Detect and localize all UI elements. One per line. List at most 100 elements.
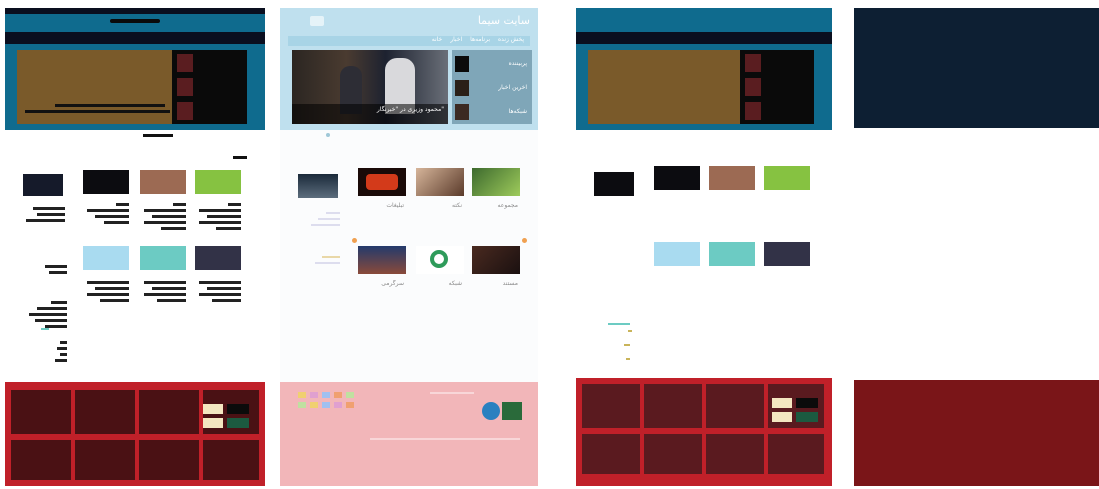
side-item[interactable]: پربیننده	[475, 60, 527, 67]
sidebar-mark-1	[628, 330, 632, 332]
slider-thumb-1	[745, 54, 761, 72]
tile-brown	[709, 166, 755, 190]
nav-bar: خانه اخبار برنامه‌ها پخش زنده	[288, 36, 530, 46]
thumb-caption: سرگرمی	[381, 280, 404, 287]
footer-mini-dark	[227, 404, 249, 414]
footer-box-1	[582, 384, 640, 428]
tile-black	[83, 170, 129, 194]
footer-box-3	[706, 384, 764, 428]
footer-ad-green	[502, 402, 522, 420]
slider-caption-2	[25, 110, 170, 113]
sidebar-text-lines-2	[31, 262, 67, 277]
green-logo-icon	[430, 250, 448, 268]
footer-box-5	[11, 440, 71, 480]
news-thumb-people[interactable]	[472, 246, 520, 274]
footer-box-6	[75, 440, 135, 480]
thumb-caption: مستند	[502, 280, 518, 287]
nav-bar	[5, 32, 265, 44]
orange-dot	[352, 238, 357, 243]
thumb-caption: مجموعه	[497, 202, 518, 209]
news-thumb-red[interactable]	[358, 168, 406, 196]
tile-text-6	[199, 278, 241, 305]
side-thumb-3[interactable]	[455, 104, 469, 120]
sidebar-mark-2	[624, 344, 630, 346]
footer-mini-green	[796, 412, 818, 422]
thumb-caption: شبکه	[448, 280, 462, 287]
top-region	[854, 8, 1099, 128]
footer-box-3	[139, 390, 199, 434]
header-icon	[310, 16, 324, 26]
orange-dot-right	[522, 238, 527, 243]
section-title-line	[233, 156, 247, 159]
site-title: سایت سیما	[477, 14, 530, 27]
site-logo-area: سایت سیما	[440, 14, 530, 34]
sidebar-text-lines-4	[43, 338, 67, 365]
side-item[interactable]: آخرین اخبار	[475, 84, 527, 91]
side-thumb-1[interactable]	[455, 56, 469, 72]
footer-mini-cream-2	[772, 412, 792, 422]
logo-placeholder	[110, 19, 160, 23]
footer-ad-globe	[482, 402, 500, 420]
sidebar-accent	[608, 323, 630, 325]
sidebar-mark-3	[626, 358, 630, 360]
nav-bar	[576, 32, 832, 44]
tile-lightblue	[83, 246, 129, 270]
slider-thumb-2	[745, 78, 761, 96]
news-thumb-city[interactable]	[358, 246, 406, 274]
bottom-region	[854, 380, 1099, 486]
footer-box-2	[644, 384, 702, 428]
footer-box-5	[582, 434, 640, 474]
sidebar-text-lines	[19, 204, 65, 225]
wireframe-panel-with-text	[5, 8, 265, 486]
nav-item[interactable]: پخش زنده	[498, 36, 524, 46]
footer-mini-cream-1	[772, 398, 792, 408]
news-thumb-tablet[interactable]	[472, 168, 520, 196]
color-regions-panel	[854, 8, 1099, 486]
footer-box-8	[768, 434, 824, 474]
slider-thumb-2	[177, 78, 193, 96]
tile-brown	[140, 170, 186, 194]
red-glyph	[366, 174, 398, 190]
sidebar-accent	[41, 328, 49, 330]
slider-caption	[55, 104, 165, 107]
footer-faint-line-1	[430, 392, 474, 394]
nav-item[interactable]: برنامه‌ها	[470, 36, 490, 46]
footer-mini-cream-2	[203, 418, 223, 428]
section-indicator	[326, 133, 330, 137]
footer-box-8	[203, 440, 259, 480]
news-thumb-hands[interactable]	[416, 168, 464, 196]
slider-thumb-1	[177, 54, 193, 72]
slider-caption: محمود وزیری در "خبرنگار"	[376, 106, 444, 113]
nav-item[interactable]: خانه	[432, 36, 442, 46]
sidebar-faint-list	[304, 208, 340, 378]
thumb-caption: تبلیغات	[386, 202, 404, 209]
nav-item[interactable]: اخبار	[450, 36, 462, 46]
news-thumb-monitor[interactable]	[298, 174, 338, 198]
slider-thumb-3	[745, 102, 761, 120]
tile-navy	[764, 242, 810, 266]
slider-area	[588, 50, 740, 124]
tile-text-5	[144, 278, 186, 305]
news-thumb-logo[interactable]	[416, 246, 464, 274]
tile-green	[195, 170, 241, 194]
tile-text-4	[87, 278, 129, 305]
footer-mini-dark	[796, 398, 818, 408]
footer-box-2	[75, 390, 135, 434]
footer-mini-cream-1	[203, 404, 223, 414]
tile-text-2	[144, 200, 186, 233]
side-item[interactable]: شبکه‌ها	[475, 108, 527, 115]
tile-navy	[195, 246, 241, 270]
thumb-caption: نکته	[451, 202, 462, 209]
footer-grid	[298, 392, 358, 442]
tile-teal	[709, 242, 755, 266]
sidebar-text-lines-3	[27, 298, 67, 331]
top-bar	[5, 8, 265, 14]
footer-box-1	[11, 390, 71, 434]
side-thumb-2[interactable]	[455, 80, 469, 96]
footer-faint-line-2	[370, 438, 520, 440]
slider-thumb-3	[177, 102, 193, 120]
section-line	[143, 134, 173, 137]
footer-mini-green	[227, 418, 249, 428]
slider-caption-bar: محمود وزیری در "خبرنگار"	[292, 104, 448, 124]
footer-box-7	[139, 440, 199, 480]
